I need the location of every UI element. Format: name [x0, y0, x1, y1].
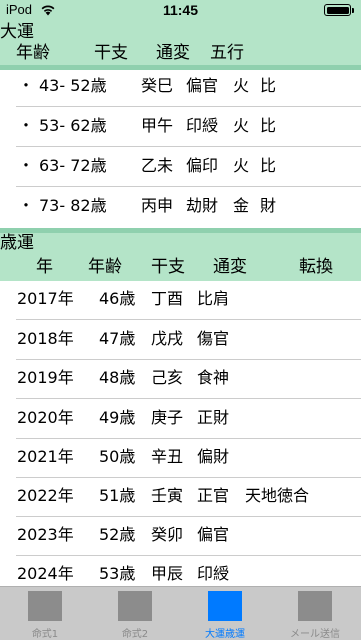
sainen-kanshi: 辛丑 — [151, 447, 184, 466]
sainen-row[interactable]: 2021年 50歳 辛丑 偏財 — [0, 438, 361, 478]
taiun-tsuhen: 劫財 — [186, 196, 219, 215]
sainen-year: 2022年 — [17, 486, 74, 505]
sainen-year: 2017年 — [17, 289, 74, 308]
taiun-hi: 比 — [260, 116, 277, 135]
sainen-kanshi: 壬寅 — [151, 486, 184, 505]
placeholder-icon — [298, 591, 332, 621]
taiun-hi: 財 — [260, 196, 277, 215]
sainen-tsuhen: 偏財 — [197, 447, 230, 466]
row-bullet: ・ — [18, 76, 35, 95]
row-bullet: ・ — [18, 196, 35, 215]
sainen-tsuhen: 食神 — [197, 368, 230, 387]
tab-meishiki-2[interactable]: 命式2 — [90, 587, 180, 640]
sainen-kanshi: 丁酉 — [151, 289, 184, 308]
taiun-tsuhen: 印綬 — [186, 116, 219, 135]
status-time: 11:45 — [162, 2, 199, 18]
sainen-year: 2023年 — [17, 525, 74, 544]
sainen-age: 53歳 — [99, 564, 136, 583]
taiun-age: 63- 72歳 — [39, 156, 107, 175]
taiun-gogyo: 火 — [233, 116, 250, 135]
tab-mail[interactable]: メール送信 — [270, 587, 360, 640]
taiun-gogyo: 金 — [233, 196, 250, 215]
taiun-kanshi: 丙申 — [141, 196, 174, 215]
taiun-age: 53- 62歳 — [39, 116, 107, 135]
sainen-tsuhen: 印綬 — [197, 564, 230, 583]
sainen-tsuhen: 傷官 — [197, 329, 230, 348]
sainen-age: 48歳 — [99, 368, 136, 387]
sainen-kanshi: 戊戌 — [151, 329, 184, 348]
placeholder-icon — [118, 591, 152, 621]
sainen-year: 2019年 — [17, 368, 74, 387]
taiun-age: 73- 82歳 — [39, 196, 107, 215]
sainen-year: 2018年 — [17, 329, 74, 348]
status-bar: iPod 11:45 — [0, 0, 361, 20]
taiun-tsuhen: 偏官 — [186, 76, 219, 95]
sainen-kanshi: 己亥 — [151, 368, 184, 387]
taiun-gogyo: 火 — [233, 76, 250, 95]
sainen-col-year: 年 — [36, 257, 53, 277]
sainen-tsuhen: 比肩 — [197, 289, 230, 308]
sainen-row[interactable]: 2023年 52歳 癸卯 偏官 — [0, 516, 361, 556]
sainen-age: 46歳 — [99, 289, 136, 308]
battery-icon — [324, 4, 351, 16]
tab-bar: 命式1 命式2 大運歳運 メール送信 — [0, 586, 361, 640]
sainen-age: 51歳 — [99, 486, 136, 505]
sainen-row[interactable]: 2022年 51歳 壬寅 正官 天地徳合 — [0, 477, 361, 517]
sainen-row[interactable]: 2018年 47歳 戊戌 傷官 — [0, 320, 361, 360]
sainen-tsuhen: 偏官 — [197, 525, 230, 544]
sainen-col-tsuhen: 通変 — [213, 257, 247, 277]
sainen-year: 2021年 — [17, 447, 74, 466]
tab-label: 命式1 — [31, 629, 59, 640]
taiun-row[interactable]: ・ 63- 72歳 乙未 偏印 火 比 — [0, 147, 361, 187]
battery-tip — [352, 8, 354, 13]
taiun-col-age: 年齢 — [16, 43, 50, 63]
taiun-row[interactable]: ・ 73- 82歳 丙申 劫財 金 財 — [0, 187, 361, 227]
row-bullet: ・ — [18, 156, 35, 175]
taiun-section-header: 大運 年齢 干支 通変 五行 — [0, 20, 361, 65]
sainen-row[interactable]: 2020年 49歳 庚子 正財 — [0, 399, 361, 439]
taiun-hi: 比 — [260, 76, 277, 95]
sainen-col-kanshi: 干支 — [151, 257, 185, 277]
taiun-kanshi: 乙未 — [141, 156, 174, 175]
sainen-age: 47歳 — [99, 329, 136, 348]
tab-label: メール送信 — [290, 629, 340, 640]
sainen-year: 2020年 — [17, 408, 74, 427]
sainen-row[interactable]: 2017年 46歳 丁酉 比肩 — [0, 280, 361, 320]
taiun-age: 43- 52歳 — [39, 76, 107, 95]
taiun-hi: 比 — [260, 156, 277, 175]
placeholder-icon — [28, 591, 62, 621]
taiun-kanshi: 癸巳 — [141, 76, 174, 95]
taiun-row[interactable]: ・ 53- 62歳 甲午 印綬 火 比 — [0, 107, 361, 147]
sainen-age: 50歳 — [99, 447, 136, 466]
tab-meishiki-1[interactable]: 命式1 — [0, 587, 90, 640]
sainen-kanshi: 甲辰 — [151, 564, 184, 583]
sainen-age: 52歳 — [99, 525, 136, 544]
sainen-tsuhen: 正財 — [197, 408, 230, 427]
taiun-gogyo: 火 — [233, 156, 250, 175]
row-bullet: ・ — [18, 116, 35, 135]
sainen-age: 49歳 — [99, 408, 136, 427]
taiun-title: 大運 — [0, 22, 34, 42]
taiun-kanshi: 甲午 — [141, 116, 174, 135]
sainen-section-header: 歳運 年 年齢 干支 通変 転換 — [0, 233, 361, 281]
sainen-year: 2024年 — [17, 564, 74, 583]
taiun-row[interactable]: ・ 43- 52歳 癸巳 偏官 火 比 — [0, 67, 361, 107]
tab-label: 命式2 — [121, 629, 149, 640]
tab-label: 大運歳運 — [205, 629, 245, 640]
sainen-kanshi: 癸卯 — [151, 525, 184, 544]
sainen-col-age: 年齢 — [88, 257, 122, 277]
taiun-col-kanshi: 干支 — [94, 43, 128, 63]
sainen-kanshi: 庚子 — [151, 408, 184, 427]
taiun-col-tsuhen: 通変 — [156, 43, 190, 63]
sainen-title: 歳運 — [0, 233, 34, 253]
placeholder-icon — [208, 591, 242, 621]
sainen-tsuhen: 正官 — [197, 486, 230, 505]
sainen-row[interactable]: 2019年 48歳 己亥 食神 — [0, 359, 361, 399]
sainen-tenkan: 天地徳合 — [245, 486, 310, 505]
sainen-col-tenkan: 転換 — [299, 257, 333, 277]
taiun-col-gogyo: 五行 — [210, 43, 244, 63]
taiun-tsuhen: 偏印 — [186, 156, 219, 175]
tab-taiun-sainen[interactable]: 大運歳運 — [180, 587, 270, 640]
